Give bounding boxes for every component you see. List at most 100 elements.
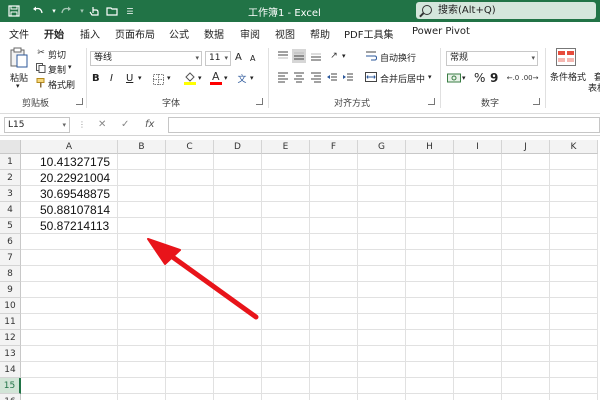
comma-style-button[interactable]: 9 xyxy=(490,71,498,85)
cell-e1[interactable] xyxy=(262,154,310,170)
cell-k8[interactable] xyxy=(550,266,598,282)
italic-button[interactable]: I xyxy=(110,73,113,84)
cell-e5[interactable] xyxy=(262,218,310,234)
accounting-format-icon[interactable] xyxy=(447,72,461,84)
cell-b9[interactable] xyxy=(118,282,166,298)
row-header-4[interactable]: 4 xyxy=(0,202,21,218)
cell-c4[interactable] xyxy=(166,202,214,218)
cell-g12[interactable] xyxy=(358,330,406,346)
cell-f1[interactable] xyxy=(310,154,358,170)
cell-k15[interactable] xyxy=(550,378,598,394)
cell-j10[interactable] xyxy=(502,298,550,314)
cell-c5[interactable] xyxy=(166,218,214,234)
clipboard-launcher-icon[interactable] xyxy=(76,98,83,105)
cell-k13[interactable] xyxy=(550,346,598,362)
touch-mode-icon[interactable] xyxy=(86,3,102,19)
cell-e9[interactable] xyxy=(262,282,310,298)
cell-b15[interactable] xyxy=(118,378,166,394)
cell-f4[interactable] xyxy=(310,202,358,218)
increase-decimal-icon[interactable]: ←.0 xyxy=(506,72,520,84)
cell-g2[interactable] xyxy=(358,170,406,186)
redo-icon[interactable] xyxy=(58,3,74,19)
cell-i14[interactable] xyxy=(454,362,502,378)
cell-k1[interactable] xyxy=(550,154,598,170)
cell-f2[interactable] xyxy=(310,170,358,186)
cell-g16[interactable] xyxy=(358,394,406,400)
cell-a1[interactable]: 10.41327175 xyxy=(21,154,118,170)
tab-help[interactable]: 帮助 xyxy=(310,26,330,41)
font-size-select[interactable]: 11 ▾ xyxy=(205,51,231,66)
tab-formulas[interactable]: 公式 xyxy=(169,26,189,41)
decrease-indent-icon[interactable] xyxy=(326,71,338,83)
merge-dropdown-icon[interactable]: ▾ xyxy=(428,73,432,81)
cell-b4[interactable] xyxy=(118,202,166,218)
cell-i16[interactable] xyxy=(454,394,502,400)
row-header-13[interactable]: 13 xyxy=(0,346,21,362)
cut-icon[interactable]: ✂ xyxy=(36,48,46,58)
cell-e12[interactable] xyxy=(262,330,310,346)
cell-f11[interactable] xyxy=(310,314,358,330)
cell-i12[interactable] xyxy=(454,330,502,346)
row-header-16[interactable]: 16 xyxy=(0,394,21,400)
format-painter-icon[interactable] xyxy=(36,78,46,88)
tab-home[interactable]: 开始 xyxy=(44,26,64,46)
cell-i4[interactable] xyxy=(454,202,502,218)
tab-pdf-tools[interactable]: PDF工具集 xyxy=(344,26,393,41)
cell-k9[interactable] xyxy=(550,282,598,298)
cell-g4[interactable] xyxy=(358,202,406,218)
cell-d8[interactable] xyxy=(214,266,262,282)
cell-d6[interactable] xyxy=(214,234,262,250)
column-header-d[interactable]: D xyxy=(214,140,262,154)
cell-f8[interactable] xyxy=(310,266,358,282)
cell-e6[interactable] xyxy=(262,234,310,250)
fill-color-icon[interactable] xyxy=(184,71,196,85)
cell-c7[interactable] xyxy=(166,250,214,266)
cell-k14[interactable] xyxy=(550,362,598,378)
increase-indent-icon[interactable] xyxy=(342,71,354,83)
cell-b5[interactable] xyxy=(118,218,166,234)
cell-j9[interactable] xyxy=(502,282,550,298)
percent-button[interactable]: % xyxy=(474,71,485,85)
cell-h16[interactable] xyxy=(406,394,454,400)
align-left-icon[interactable] xyxy=(277,71,289,83)
cell-e16[interactable] xyxy=(262,394,310,400)
format-as-table-label-2[interactable]: 表格 xyxy=(588,81,600,94)
column-header-g[interactable]: G xyxy=(358,140,406,154)
cell-c2[interactable] xyxy=(166,170,214,186)
cell-e4[interactable] xyxy=(262,202,310,218)
cell-g5[interactable] xyxy=(358,218,406,234)
cell-h3[interactable] xyxy=(406,186,454,202)
cell-d7[interactable] xyxy=(214,250,262,266)
cell-c3[interactable] xyxy=(166,186,214,202)
cell-a14[interactable] xyxy=(21,362,118,378)
paste-icon[interactable] xyxy=(8,47,30,69)
cell-c10[interactable] xyxy=(166,298,214,314)
enter-icon[interactable]: ✓ xyxy=(121,119,129,130)
cell-f14[interactable] xyxy=(310,362,358,378)
row-header-6[interactable]: 6 xyxy=(0,234,21,250)
align-top-icon[interactable] xyxy=(277,50,289,62)
wrap-text-icon[interactable] xyxy=(365,50,377,62)
cell-c6[interactable] xyxy=(166,234,214,250)
cell-a2[interactable]: 20.22921004 xyxy=(21,170,118,186)
row-header-12[interactable]: 12 xyxy=(0,330,21,346)
cell-f13[interactable] xyxy=(310,346,358,362)
cell-c16[interactable] xyxy=(166,394,214,400)
cell-h14[interactable] xyxy=(406,362,454,378)
cell-c1[interactable] xyxy=(166,154,214,170)
cell-a9[interactable] xyxy=(21,282,118,298)
cell-j4[interactable] xyxy=(502,202,550,218)
cell-j16[interactable] xyxy=(502,394,550,400)
cell-i9[interactable] xyxy=(454,282,502,298)
cell-h15[interactable] xyxy=(406,378,454,394)
tab-view[interactable]: 视图 xyxy=(275,26,295,41)
cell-g9[interactable] xyxy=(358,282,406,298)
cell-j5[interactable] xyxy=(502,218,550,234)
cell-j11[interactable] xyxy=(502,314,550,330)
cell-c8[interactable] xyxy=(166,266,214,282)
shrink-font-button[interactable]: A xyxy=(250,54,255,63)
row-header-3[interactable]: 3 xyxy=(0,186,21,202)
cell-d16[interactable] xyxy=(214,394,262,400)
cell-h8[interactable] xyxy=(406,266,454,282)
cell-i7[interactable] xyxy=(454,250,502,266)
